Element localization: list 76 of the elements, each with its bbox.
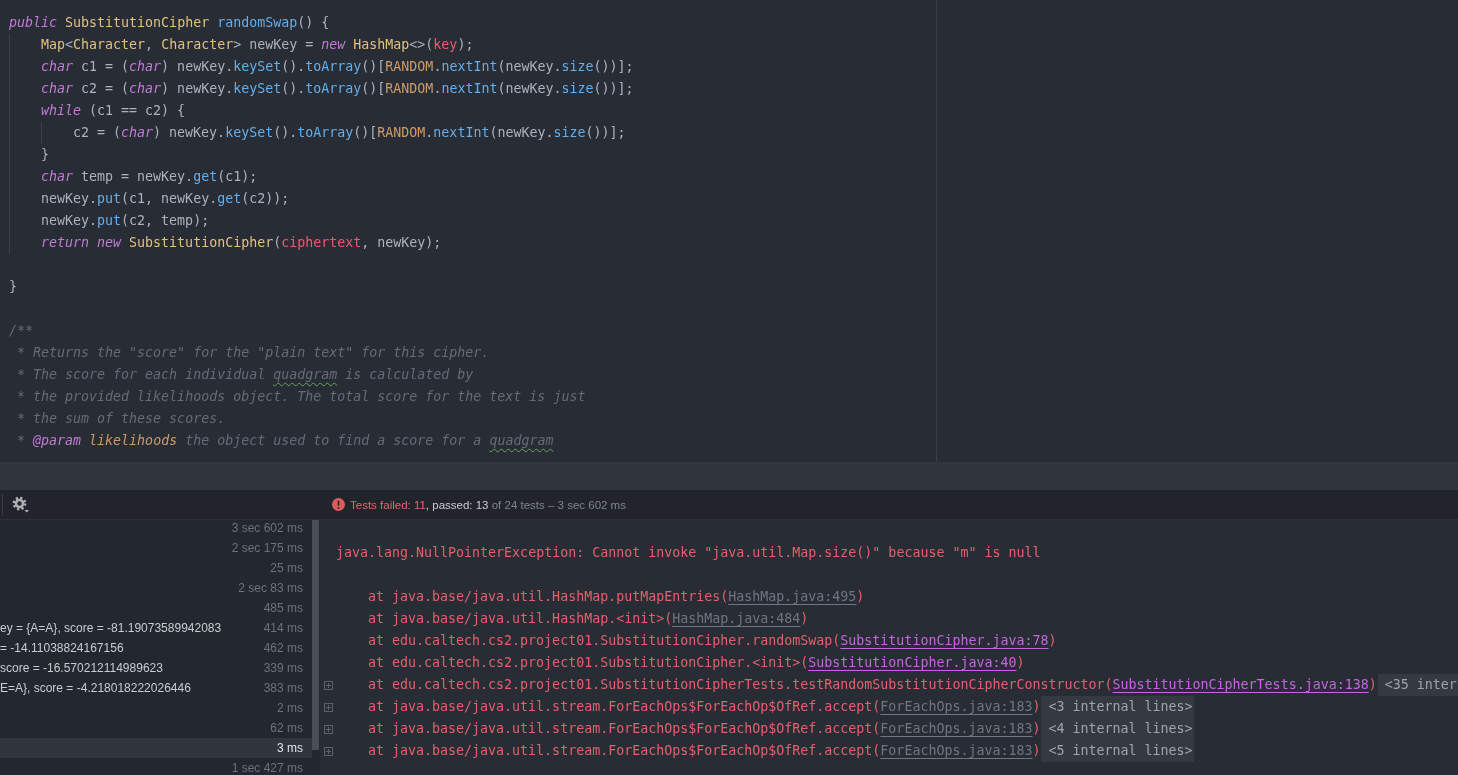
expand-icon[interactable]: [324, 746, 333, 756]
test-tree-row[interactable]: 2 ms: [0, 698, 312, 718]
error-message: java.lang.NullPointerException: Cannot invoke "java.util.Map.size()" because "m" is null: [336, 544, 1041, 562]
code-line: * @param likelihoods the object used to find a score for a quadgram: [17, 433, 554, 448]
code-line: char temp = newKey.get(c1);: [41, 169, 258, 184]
test-tree-row[interactable]: 25 ms: [0, 558, 312, 578]
scrollbar-thumb[interactable]: [312, 520, 319, 750]
source-link[interactable]: HashMap.java:484: [672, 611, 801, 626]
test-duration: 3 ms: [277, 741, 303, 755]
source-link[interactable]: HashMap.java:495: [728, 589, 857, 604]
stack-trace-line: at java.base/java.util.HashMap.putMapEntries(HashMap.java:495): [368, 588, 865, 606]
code-line: * The score for each individual quadgram is calculated by: [17, 367, 474, 382]
test-duration: 2 ms: [277, 701, 303, 715]
test-tree-row[interactable]: score = -16.570212114989623 339 ms: [0, 658, 312, 678]
test-duration: 3 sec 602 ms: [231, 521, 303, 535]
code-line: }: [9, 279, 17, 294]
test-output-text: E=A}, score = -4.218018222026446: [0, 681, 191, 695]
test-tree-row[interactable]: 62 ms: [0, 718, 312, 738]
test-duration: 383 ms: [263, 681, 303, 695]
source-link[interactable]: ForEachOps.java:183: [880, 743, 1033, 758]
source-link[interactable]: SubstitutionCipherTests.java:138: [1112, 677, 1369, 692]
code-line: }: [41, 147, 49, 162]
test-tree-row[interactable]: 1 sec 427 ms: [0, 758, 312, 775]
code-line: public SubstitutionCipher randomSwap() {: [9, 15, 330, 30]
folded-lines-badge[interactable]: <3 internal lines>: [1041, 696, 1194, 718]
stack-trace-line: at java.base/java.util.stream.ForEachOps$ForEachOp$OfRef.accept(ForEachOps.java:183): [368, 720, 1041, 738]
test-duration: 25 ms: [270, 561, 303, 575]
test-tree-row[interactable]: ey = {A=A}, score = -81.19073589942083 414 ms: [0, 618, 312, 638]
code-line: * Returns the "score" for the "plain text" for this cipher.: [17, 345, 490, 360]
source-link[interactable]: ForEachOps.java:183: [880, 721, 1033, 736]
code-line: return new SubstitutionCipher(ciphertext, newKey);: [41, 235, 442, 250]
test-duration: 339 ms: [263, 661, 303, 675]
test-output-text: ey = {A=A}, score = -81.19073589942083: [0, 621, 222, 635]
test-output-text: score = -16.570212114989623: [0, 661, 163, 675]
test-tree-row[interactable]: 3 sec 602 ms: [0, 520, 312, 538]
test-duration: 62 ms: [270, 721, 303, 735]
stack-trace-line: at edu.caltech.cs2.project01.SubstitutionCipher.<init>(SubstitutionCipher.java:40): [368, 654, 1025, 672]
code-line: newKey.put(c1, newKey.get(c2));: [41, 191, 290, 206]
code-line: newKey.put(c2, temp);: [41, 213, 210, 228]
code-line: c2 = (char) newKey.keySet().toArray()[RANDOM.nextInt(newKey.size())];: [73, 125, 626, 140]
expand-icon[interactable]: [324, 724, 333, 734]
test-duration: 2 sec 175 ms: [231, 541, 303, 555]
test-duration: 2 sec 83 ms: [238, 581, 303, 595]
settings-icon[interactable]: [12, 496, 29, 513]
test-tree-row[interactable]: E=A}, score = -4.218018222026446 383 ms: [0, 678, 312, 698]
code-line: char c2 = (char) newKey.keySet().toArray()[RANDOM.nextInt(newKey.size())];: [41, 81, 634, 96]
stack-trace-line: at java.base/java.util.stream.ForEachOps$ForEachOp$OfRef.accept(ForEachOps.java:183): [368, 742, 1041, 760]
expand-icon[interactable]: [324, 680, 333, 690]
source-link[interactable]: SubstitutionCipher.java:40: [808, 655, 1017, 670]
test-duration: 462 ms: [263, 641, 303, 655]
test-tree-row[interactable]: 2 sec 83 ms: [0, 578, 312, 598]
stack-trace-line: at java.base/java.util.stream.ForEachOps$ForEachOp$OfRef.accept(ForEachOps.java:183): [368, 698, 1041, 716]
folded-lines-badge[interactable]: <5 internal lines>: [1041, 740, 1194, 762]
code-line: /**: [9, 323, 34, 338]
code-line: while (c1 == c2) {: [41, 103, 186, 118]
stack-trace-line: at java.base/java.util.HashMap.<init>(HashMap.java:484): [368, 610, 809, 628]
test-output-text: = -14.11038824167156: [0, 641, 124, 655]
test-duration: 414 ms: [263, 621, 303, 635]
test-duration: 485 ms: [263, 601, 303, 615]
test-tree-row[interactable]: 3 ms: [0, 738, 312, 758]
stack-trace-line: at edu.caltech.cs2.project01.SubstitutionCipher.randomSwap(SubstitutionCipher.java:78): [368, 632, 1057, 650]
source-link[interactable]: SubstitutionCipher.java:78: [840, 633, 1049, 648]
test-tree-row[interactable]: = -14.11038824167156 462 ms: [0, 638, 312, 658]
test-tree-row[interactable]: 485 ms: [0, 598, 312, 618]
folded-lines-badge[interactable]: <4 internal lines>: [1041, 718, 1194, 740]
expand-icon[interactable]: [324, 702, 333, 712]
stack-trace-line: at edu.caltech.cs2.project01.SubstitutionCipherTests.testRandomSubstitutionCipherConstructor(SubstitutionCipherTests.java:138): [368, 676, 1377, 694]
test-tree-row[interactable]: 2 sec 175 ms: [0, 538, 312, 558]
code-line: Map<Character, Character> newKey = new HashMap<>(key);: [41, 37, 474, 52]
test-duration: 1 sec 427 ms: [231, 761, 303, 775]
code-line: char c1 = (char) newKey.keySet().toArray()[RANDOM.nextInt(newKey.size())];: [41, 59, 634, 74]
folded-lines-badge[interactable]: <35 inter: [1377, 674, 1458, 696]
source-link[interactable]: ForEachOps.java:183: [880, 699, 1033, 714]
test-status-text: Tests failed: 11, passed: 13 of 24 tests – 3 sec 602 ms: [350, 498, 626, 511]
code-line: * the sum of these scores.: [17, 411, 226, 426]
code-line: * the provided likelihoods object. The total score for the text is just: [17, 389, 586, 404]
